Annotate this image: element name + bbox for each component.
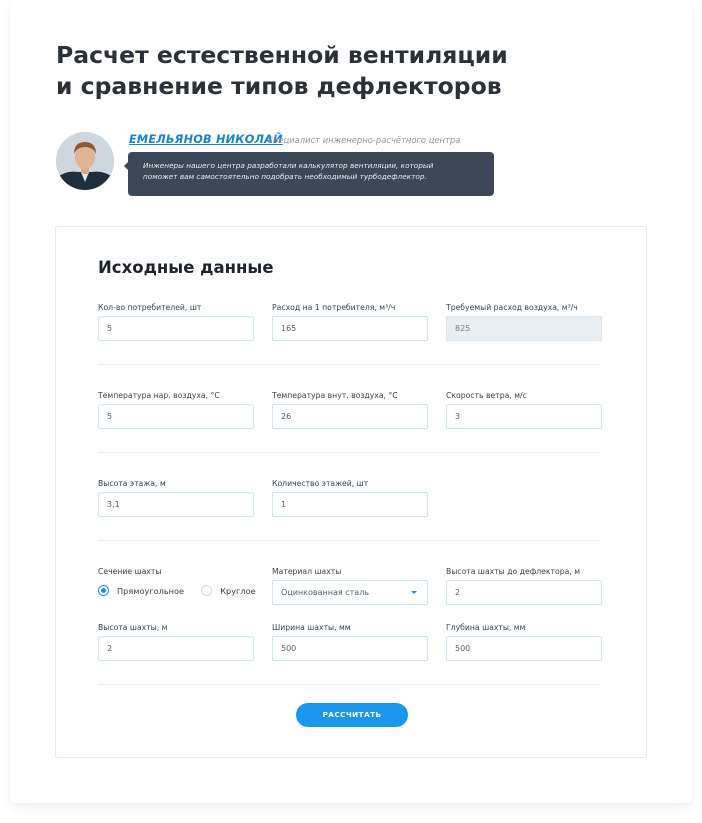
required-flow-output: 825 (446, 316, 602, 341)
shaft-material-field: Материал шахты Оцинкованная сталь (272, 566, 428, 605)
floors-count-field: Количество этажей, шт 1 (272, 478, 428, 517)
shaft-depth-field: Глубина шахты, мм 500 (446, 622, 602, 661)
author-role: Специалист инженерно-расчётного центра (267, 135, 461, 145)
shaft-height-label: Высота шахты, м (98, 623, 168, 632)
radio-unchecked-icon[interactable] (201, 585, 213, 596)
flow-per-consumer-input[interactable]: 165 (272, 316, 428, 341)
section-title: Исходные данные (98, 258, 274, 277)
shaft-width-field: Ширина шахты, мм 500 (272, 622, 428, 661)
required-flow-field: Требуемый расход воздуха, м³/ч 825 (446, 302, 602, 341)
wind-speed-label: Скорость ветра, м/с (446, 391, 527, 400)
radio-checked-icon[interactable] (98, 585, 109, 596)
shaft-material-select[interactable]: Оцинкованная сталь (272, 580, 428, 605)
radio-round-label: Круглое (220, 585, 256, 596)
radio-round[interactable]: Круглое (201, 585, 256, 596)
shaft-width-label: Ширина шахты, мм (272, 623, 351, 632)
divider (98, 452, 601, 453)
outdoor-temp-input[interactable]: 5 (98, 404, 254, 429)
shaft-material-label: Материал шахты (272, 567, 342, 576)
wind-speed-field: Скорость ветра, м/с 3 (446, 390, 602, 429)
page-title: Расчет естественной вентиляции и сравнен… (56, 40, 576, 102)
radio-rectangular[interactable]: Прямоугольное (98, 585, 184, 596)
chevron-down-icon[interactable] (411, 591, 417, 594)
calculator-form: Исходные данные Кол-во потребителей, шт … (55, 226, 647, 758)
flow-per-consumer-field: Расход на 1 потребителя, м³/ч 165 (272, 302, 428, 341)
author-quote-bubble: Инженеры нашего центра разработали кальк… (128, 152, 494, 196)
avatar-image (56, 132, 114, 190)
floor-height-field: Высота этажа, м 3,1 (98, 478, 254, 517)
consumers-field: Кол-во потребителей, шт 5 (98, 302, 254, 341)
shaft-material-value: Оцинкованная сталь (281, 588, 370, 597)
floor-height-label: Высота этажа, м (98, 479, 166, 488)
radio-rectangular-label: Прямоугольное (117, 585, 185, 596)
shaft-height-to-deflector-field: Высота шахты до дефлектора, м 2 (446, 566, 602, 605)
page-title-line-2: и сравнение типов дефлекторов (56, 72, 502, 100)
page-title-line-1: Расчет естественной вентиляции (56, 41, 508, 69)
consumers-label: Кол-во потребителей, шт (98, 303, 202, 312)
required-flow-label: Требуемый расход воздуха, м³/ч (446, 303, 578, 312)
shaft-height-field: Высота шахты, м 2 (98, 622, 254, 661)
indoor-temp-input[interactable]: 26 (272, 404, 428, 429)
shaft-section-field: Сечение шахты Прямоугольное Круглое (98, 566, 256, 596)
floors-count-input[interactable]: 1 (272, 492, 428, 517)
indoor-temp-label: Температура внут. воздуха, °С (272, 391, 398, 400)
quote-line-1: Инженеры нашего центра разработали кальк… (143, 161, 434, 170)
avatar (56, 132, 114, 190)
consumers-input[interactable]: 5 (98, 316, 254, 341)
outdoor-temp-field: Температура нар. воздуха, °С 5 (98, 390, 254, 429)
flow-per-consumer-label: Расход на 1 потребителя, м³/ч (272, 303, 396, 312)
divider (98, 684, 601, 685)
divider (98, 364, 601, 365)
wind-speed-input[interactable]: 3 (446, 404, 602, 429)
author-name-link[interactable]: ЕМЕЛЬЯНОВ НИКОЛАЙ (129, 133, 283, 146)
shaft-height-input[interactable]: 2 (98, 636, 254, 661)
shaft-depth-input[interactable]: 500 (446, 636, 602, 661)
floors-count-label: Количество этажей, шт (272, 479, 369, 488)
indoor-temp-field: Температура внут. воздуха, °С 26 (272, 390, 428, 429)
floor-height-input[interactable]: 3,1 (98, 492, 254, 517)
quote-line-2: поможет вам самостоятельно подобрать нео… (143, 172, 427, 181)
shaft-height-to-deflector-input[interactable]: 2 (446, 580, 602, 605)
shaft-width-input[interactable]: 500 (272, 636, 428, 661)
divider (98, 540, 601, 541)
calculate-button[interactable]: РАССЧИТАТЬ (296, 703, 408, 727)
shaft-section-label: Сечение шахты (98, 567, 162, 576)
shaft-section-radio-group: Прямоугольное Круглое (98, 581, 268, 596)
outdoor-temp-label: Температура нар. воздуха, °С (98, 391, 220, 400)
shaft-height-to-deflector-label: Высота шахты до дефлектора, м (446, 567, 581, 576)
shaft-depth-label: Глубина шахты, мм (446, 623, 526, 632)
